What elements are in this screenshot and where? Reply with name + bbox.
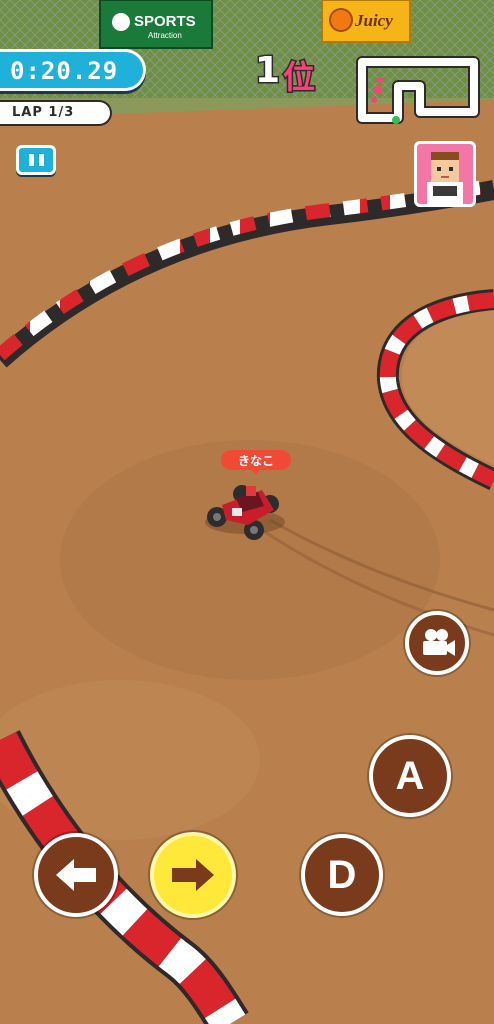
player-name-tag: きなこ: [221, 450, 291, 475]
apple-logo-icon: [112, 13, 130, 31]
lap-counter: LAP 1/3: [0, 100, 112, 126]
drift-button-label: D: [327, 852, 357, 897]
player-name: きなこ: [237, 454, 274, 468]
steer-right-button[interactable]: [150, 832, 236, 918]
drift-button[interactable]: D: [301, 834, 383, 916]
driver-avatar-icon: [427, 152, 463, 204]
sports-billboard-title: SPORTS: [134, 13, 196, 30]
arrow-left-icon: [56, 859, 96, 891]
race-timer-value: 0:20.29: [10, 57, 119, 85]
pause-button[interactable]: [16, 145, 56, 175]
race-timer: 0:20.29: [0, 49, 146, 91]
driver-avatar[interactable]: [414, 141, 476, 207]
arrow-right-icon: [172, 859, 214, 891]
camera-button[interactable]: [405, 611, 469, 675]
orange-logo-icon: [329, 8, 353, 32]
juicy-billboard-text: Juicy: [354, 11, 393, 30]
sports-billboard-sub: Attraction: [148, 31, 182, 40]
steer-left-button[interactable]: [34, 833, 118, 917]
lap-counter-value: LAP 1/3: [12, 105, 75, 120]
race-position-suffix: 位: [281, 57, 316, 98]
camera-icon: [423, 629, 455, 656]
race-position-number: 1: [253, 49, 281, 93]
accelerate-button-label: A: [395, 753, 425, 798]
accelerate-button[interactable]: A: [369, 735, 451, 817]
